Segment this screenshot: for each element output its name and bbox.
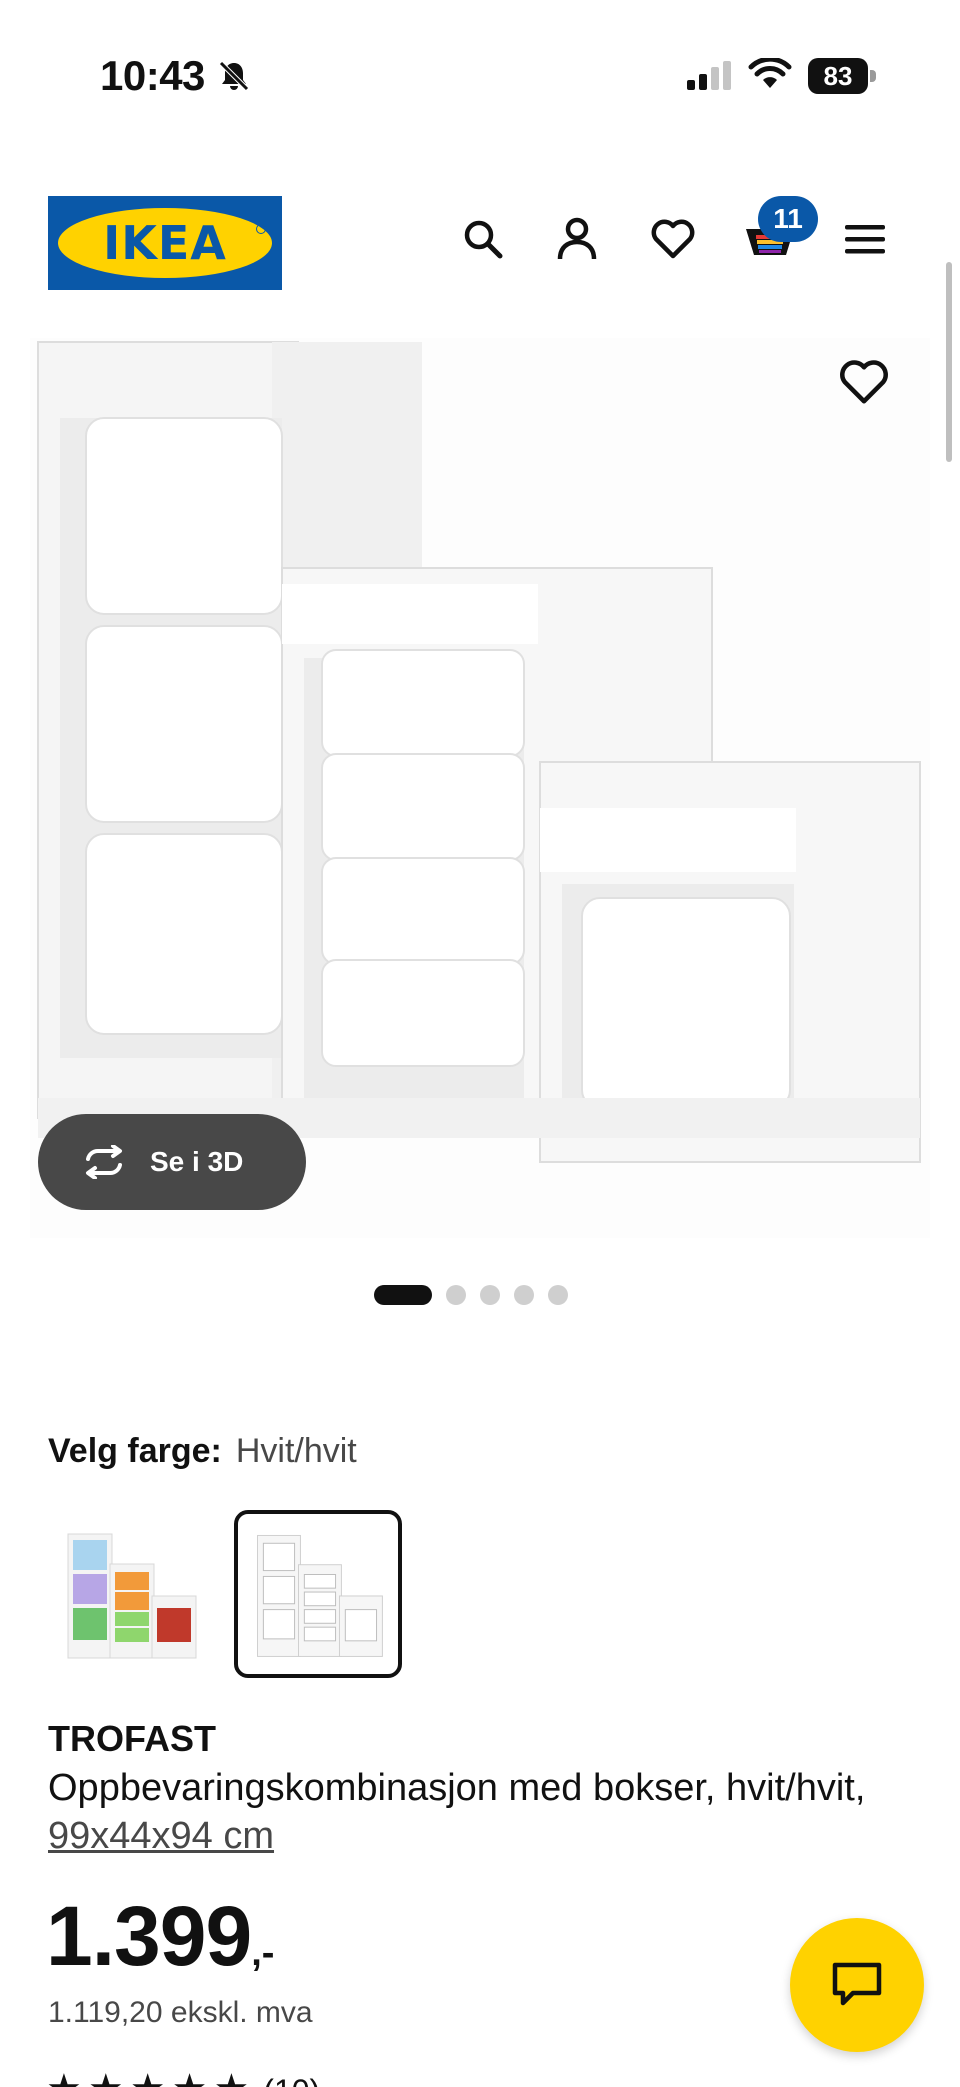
product-rating[interactable]: ★★★★★ (10) [46, 2066, 320, 2087]
account-icon [557, 217, 597, 260]
price-decimal: ,- [251, 1932, 275, 1974]
color-swatch-white[interactable] [234, 1510, 402, 1678]
search-button[interactable] [458, 214, 508, 264]
rotate-3d-icon [86, 1145, 122, 1179]
scrollbar[interactable] [946, 262, 952, 462]
swatch-white-thumbnail [257, 1534, 383, 1657]
product-description-text: Oppbevaringskombinasjon med bokser, hvit… [48, 1767, 866, 1809]
price-integer: 1.399 [46, 1889, 252, 1983]
pagination-dot[interactable] [548, 1285, 568, 1305]
ikea-logo[interactable]: IKEA [48, 196, 282, 290]
pagination-dot[interactable] [514, 1285, 534, 1305]
color-label: Velg farge: [48, 1432, 222, 1470]
view-3d-button[interactable]: Se i 3D [38, 1114, 306, 1210]
menu-button[interactable] [840, 214, 890, 264]
color-value: Hvit/hvit [235, 1432, 357, 1470]
rating-stars: ★★★★★ [46, 2067, 255, 2087]
chat-icon [832, 1962, 882, 2006]
product-image[interactable] [30, 338, 930, 1238]
status-time: 10:43 [100, 52, 205, 99]
product-description: Oppbevaringskombinasjon med bokser, hvit… [48, 1764, 868, 1860]
heart-icon [651, 219, 695, 259]
search-icon [464, 220, 503, 259]
view-3d-label: Se i 3D [150, 1146, 244, 1177]
product-name: TROFAST [48, 1718, 216, 1759]
bell-slash-icon [219, 61, 249, 91]
product-price: 1.399,- [46, 1888, 274, 1985]
pagination-dot-active[interactable] [374, 1285, 432, 1305]
product-page: 10:43 83 IKEA 11 Se i 3D Velg farge: Hvi… [0, 0, 960, 2087]
battery-icon: 83 [808, 58, 876, 94]
product-dimensions-link[interactable]: 99x44x94 cm [48, 1815, 274, 1857]
signal-icon [687, 61, 731, 90]
save-favourite-button[interactable] [838, 358, 890, 410]
swatch-multicolor-thumbnail [67, 1533, 197, 1659]
wifi-icon [748, 58, 792, 88]
pagination-dot[interactable] [446, 1285, 466, 1305]
color-selector-row: Velg farge: Hvit/hvit [48, 1432, 357, 1471]
account-button[interactable] [552, 214, 602, 264]
pagination-dot[interactable] [480, 1285, 500, 1305]
menu-icon [845, 225, 885, 254]
favourites-button[interactable] [648, 214, 698, 264]
cart-count-badge: 11 [758, 196, 818, 242]
logo-text: IKEA [103, 216, 227, 270]
battery-percent: 83 [823, 61, 853, 91]
image-pagination [374, 1285, 568, 1305]
heart-icon [840, 360, 888, 404]
rating-count: (10) [263, 2073, 320, 2087]
chat-button[interactable] [790, 1918, 924, 2052]
price-excl-vat: 1.119,20 ekskl. mva [48, 1996, 313, 2029]
color-swatch-multicolor[interactable] [48, 1512, 212, 1676]
